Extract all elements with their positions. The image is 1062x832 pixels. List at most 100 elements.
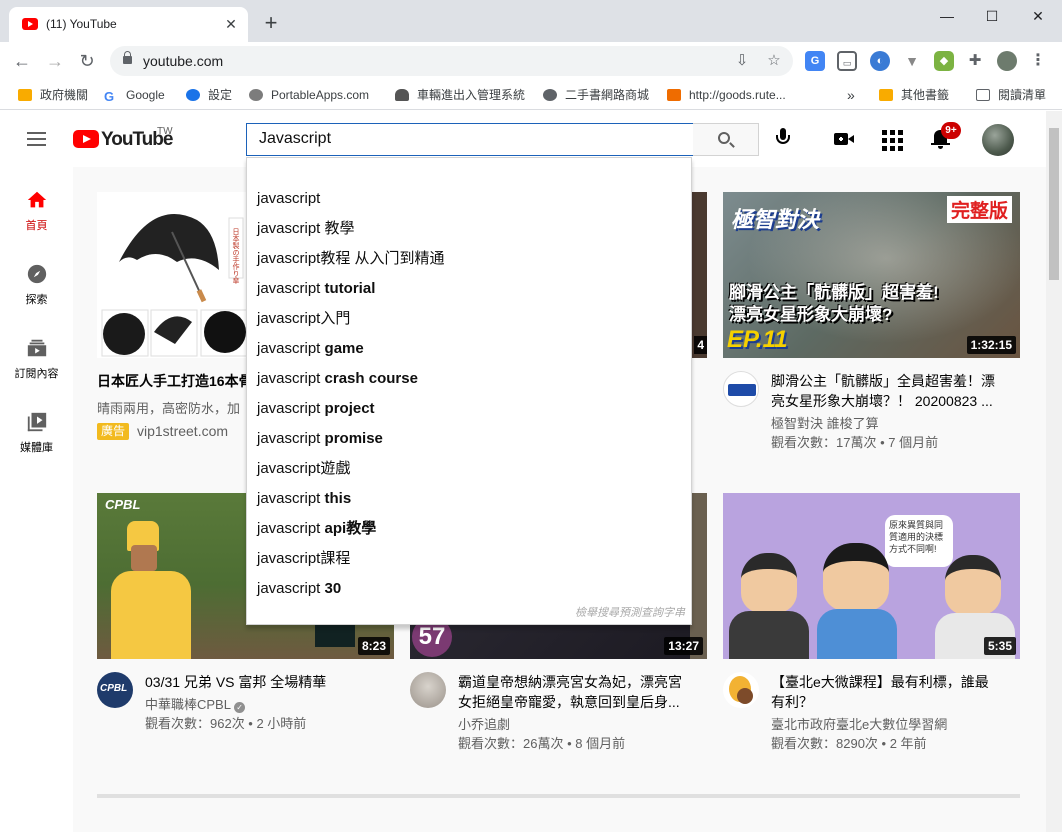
cartoon-man-1 — [741, 553, 797, 613]
suggestion-prefix: javascript — [257, 370, 321, 387]
search-button[interactable] — [693, 123, 759, 156]
suggestion-item[interactable]: javascript入門 — [247, 304, 693, 334]
suggestion-item[interactable]: javascript project — [247, 394, 693, 424]
bookmark-folder[interactable]: 政府機關 — [18, 86, 88, 104]
bookmark-settings[interactable]: 設定 — [186, 86, 232, 104]
account-avatar[interactable] — [982, 124, 1014, 156]
show-logo: 極智對決 — [731, 207, 820, 232]
player-face — [131, 545, 157, 571]
video-title[interactable]: 日本匠人手工打造16本骨 — [97, 371, 257, 391]
gear-icon — [186, 89, 200, 101]
channel-avatar[interactable] — [410, 672, 446, 708]
report-predictions-link[interactable]: 檢舉搜尋預測查詢字串 — [575, 604, 685, 620]
suggestion-item[interactable]: javascript 教學 — [247, 214, 693, 244]
lock-icon[interactable] — [123, 51, 132, 64]
svg-text:日本製の手作り傘: 日本製の手作り傘 — [232, 228, 240, 285]
cpbl-watermark: CPBL — [105, 497, 141, 512]
bookmark-google[interactable]: G Google — [104, 86, 165, 104]
video-thumbnail-partial[interactable]: 4 — [692, 192, 707, 358]
channel-name[interactable]: 小乔追劇 — [458, 716, 510, 734]
suggestion-item[interactable]: javascript crash course — [247, 364, 693, 394]
suggestion-item[interactable]: javascript this — [247, 484, 693, 514]
video-title[interactable]: 【臺北e大微課程】最有利標，誰最 有利？ — [771, 672, 1011, 712]
minimize-button[interactable]: — — [927, 4, 967, 28]
suggestion-item[interactable]: javascript api教學 — [247, 514, 693, 544]
bookmark-vehicle[interactable]: 車輛進出入管理系統 — [395, 86, 525, 104]
suggestion-item[interactable]: javascript教程 从入门到精通 — [247, 244, 693, 274]
video-meta: 觀看次數：26萬次 • 8 個月前 — [458, 736, 626, 751]
video-thumbnail[interactable]: 原來異質與同質適用的決標方式不同啊! 5:35 — [723, 493, 1020, 659]
cartoon-man-3 — [945, 555, 1001, 615]
profile-avatar[interactable] — [997, 51, 1017, 71]
extensions-puzzle-icon[interactable]: ✚ — [965, 51, 985, 71]
suggestion-prefix: javascript — [257, 250, 321, 267]
channel-name[interactable]: 臺北市政府臺北e大數位學習網 — [771, 716, 947, 734]
channel-name[interactable]: 極智對決 誰梭了算 — [771, 415, 879, 433]
suggestion-item[interactable]: javascript promise — [247, 424, 693, 454]
youtube-logo-icon[interactable] — [73, 130, 99, 148]
address-bar[interactable]: youtube.com ⇩ ☆ — [110, 46, 793, 76]
channel-avatar[interactable] — [723, 371, 759, 407]
reading-list[interactable]: 閱讀清單 — [976, 86, 1046, 104]
video-title[interactable]: 脚滑公主「骯髒版」全員超害羞！漂 亮女星形象大崩壞？！ 20200823 ... — [771, 371, 1011, 411]
suggestion-item[interactable]: javascript 30 — [247, 574, 693, 604]
suggestion-completion: 30 — [320, 580, 342, 597]
suggestion-prefix: javascript — [257, 310, 321, 327]
suggestion-completion: 入門 — [320, 310, 351, 327]
url-text: youtube.com — [143, 53, 224, 69]
new-tab-button[interactable]: + — [259, 12, 283, 36]
guide-item-library[interactable]: 媒體庫 — [0, 389, 73, 463]
video-thumbnail[interactable]: 極智對決 完整版 腳滑公主「骯髒版」超害羞! 漂亮女星形象大崩壞? EP.11 … — [723, 192, 1020, 358]
voice-search-icon[interactable] — [776, 128, 790, 150]
bookmarks-overflow-button[interactable]: » — [847, 86, 855, 104]
vue-devtools-icon[interactable]: ▼ — [902, 51, 922, 71]
channel-name[interactable]: 中華職棒CPBL ✓ — [145, 696, 246, 714]
browser-menu-icon[interactable]: ⋮ — [1028, 51, 1048, 71]
suggestion-item[interactable]: javascript tutorial — [247, 274, 693, 304]
hamburger-menu-icon[interactable] — [27, 132, 46, 146]
tab-close-icon[interactable]: ✕ — [222, 15, 240, 33]
install-app-icon[interactable]: ⇩ — [732, 51, 752, 71]
suggestion-item[interactable]: javascript game — [247, 334, 693, 364]
page-scrollbar-thumb[interactable] — [1049, 128, 1059, 280]
bookmark-star-icon[interactable]: ☆ — [764, 51, 784, 71]
video-meta: 觀看次數：17萬次 • 7 個月前 — [771, 435, 939, 450]
suggestion-item[interactable]: javascript遊戲 — [247, 454, 693, 484]
extension-blue-icon[interactable]: ◐ — [870, 51, 890, 71]
bookmark-ruten[interactable]: http://goods.rute... — [667, 86, 786, 104]
ruten-icon — [667, 89, 681, 101]
mini-guide: 首頁 探索 訂閱內容 媒體庫 — [0, 167, 73, 832]
reload-button[interactable]: ↻ — [75, 49, 99, 73]
google-icon: G — [104, 90, 118, 103]
guide-item-explore[interactable]: 探索 — [0, 241, 73, 315]
extension-green-icon[interactable]: ◆ — [934, 51, 954, 71]
video-title[interactable]: 霸道皇帝想納漂亮宮女為妃，漂亮宮 女拒絕皇帝寵愛，執意回到皇后身... — [458, 672, 698, 712]
bookmark-other[interactable]: 其他書籤 — [879, 86, 949, 104]
close-window-button[interactable]: ✕ — [1018, 4, 1058, 28]
create-video-icon[interactable] — [832, 127, 856, 151]
channel-avatar[interactable] — [723, 672, 759, 708]
channel-avatar[interactable]: CPBL — [97, 672, 133, 708]
bookmark-portableapps[interactable]: PortableApps.com — [249, 86, 369, 104]
translate-extension-icon[interactable]: G — [805, 51, 825, 71]
maximize-button[interactable]: ☐ — [972, 4, 1012, 28]
search-input[interactable]: Javascript — [246, 123, 694, 156]
browser-toolbar: ← → ↻ youtube.com ⇩ ☆ G ▭ ◐ ▼ ◆ ✚ ⋮ — [0, 42, 1062, 80]
browser-tab[interactable]: (11) YouTube ✕ — [9, 7, 248, 42]
bookmark-bookstore[interactable]: 二手書網路商城 — [543, 86, 649, 104]
ad-thumbnail[interactable]: 日本製の手作り傘 — [97, 192, 250, 358]
video-title[interactable]: 03/31 兄弟 VS 富邦 全場精華 — [145, 672, 385, 692]
suggestion-prefix: javascript — [257, 520, 321, 537]
forward-button[interactable]: → — [43, 49, 67, 73]
line-extension-icon[interactable]: ▭ — [837, 51, 857, 71]
ad-domain[interactable]: vip1street.com — [137, 422, 228, 440]
suggestion-prefix: javascript — [257, 580, 321, 597]
suggestion-item[interactable]: javascript課程 — [247, 544, 693, 574]
back-button[interactable]: ← — [10, 49, 34, 73]
guide-item-home[interactable]: 首頁 — [0, 167, 73, 241]
guide-item-subscriptions[interactable]: 訂閱內容 — [0, 315, 73, 389]
apps-grid-icon[interactable] — [879, 127, 903, 151]
suggestion-item[interactable]: javascript — [247, 184, 693, 214]
folder-icon — [18, 89, 32, 101]
library-icon — [27, 412, 47, 432]
